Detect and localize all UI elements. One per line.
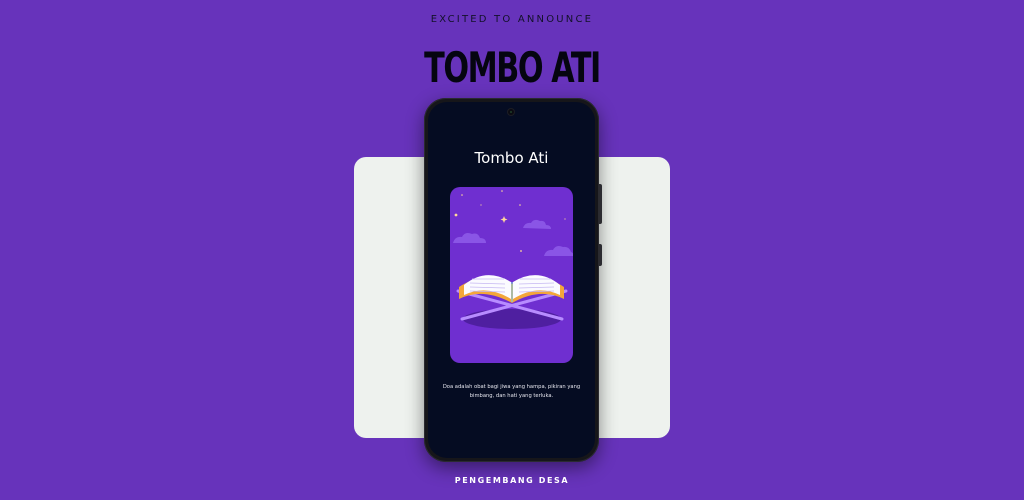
phone-power-button	[599, 184, 602, 224]
open-quran-illustration-icon	[453, 190, 573, 329]
phone-screen: Tombo Ati Doa adalah obat bagi jiwa yang…	[428, 102, 595, 458]
front-camera-icon	[508, 109, 514, 115]
stand-shadow	[463, 309, 561, 329]
quote-text: Doa adalah obat bagi jiwa yang hampa, pi…	[442, 384, 581, 399]
clouds-icon	[453, 219, 573, 256]
quran-illustration-card	[450, 187, 573, 363]
developer-credit: PENGEMBANG DESA	[454, 476, 570, 485]
phone-volume-button	[599, 244, 602, 266]
open-book-icon	[459, 275, 564, 303]
announcement-eyebrow: EXCITED TO ANNOUNCE	[430, 14, 594, 25]
app-headline: TOMBO ATI	[424, 43, 601, 92]
phone-mockup: Tombo Ati Doa adalah obat bagi jiwa yang…	[424, 98, 602, 462]
app-title: Tombo Ati	[474, 149, 549, 167]
